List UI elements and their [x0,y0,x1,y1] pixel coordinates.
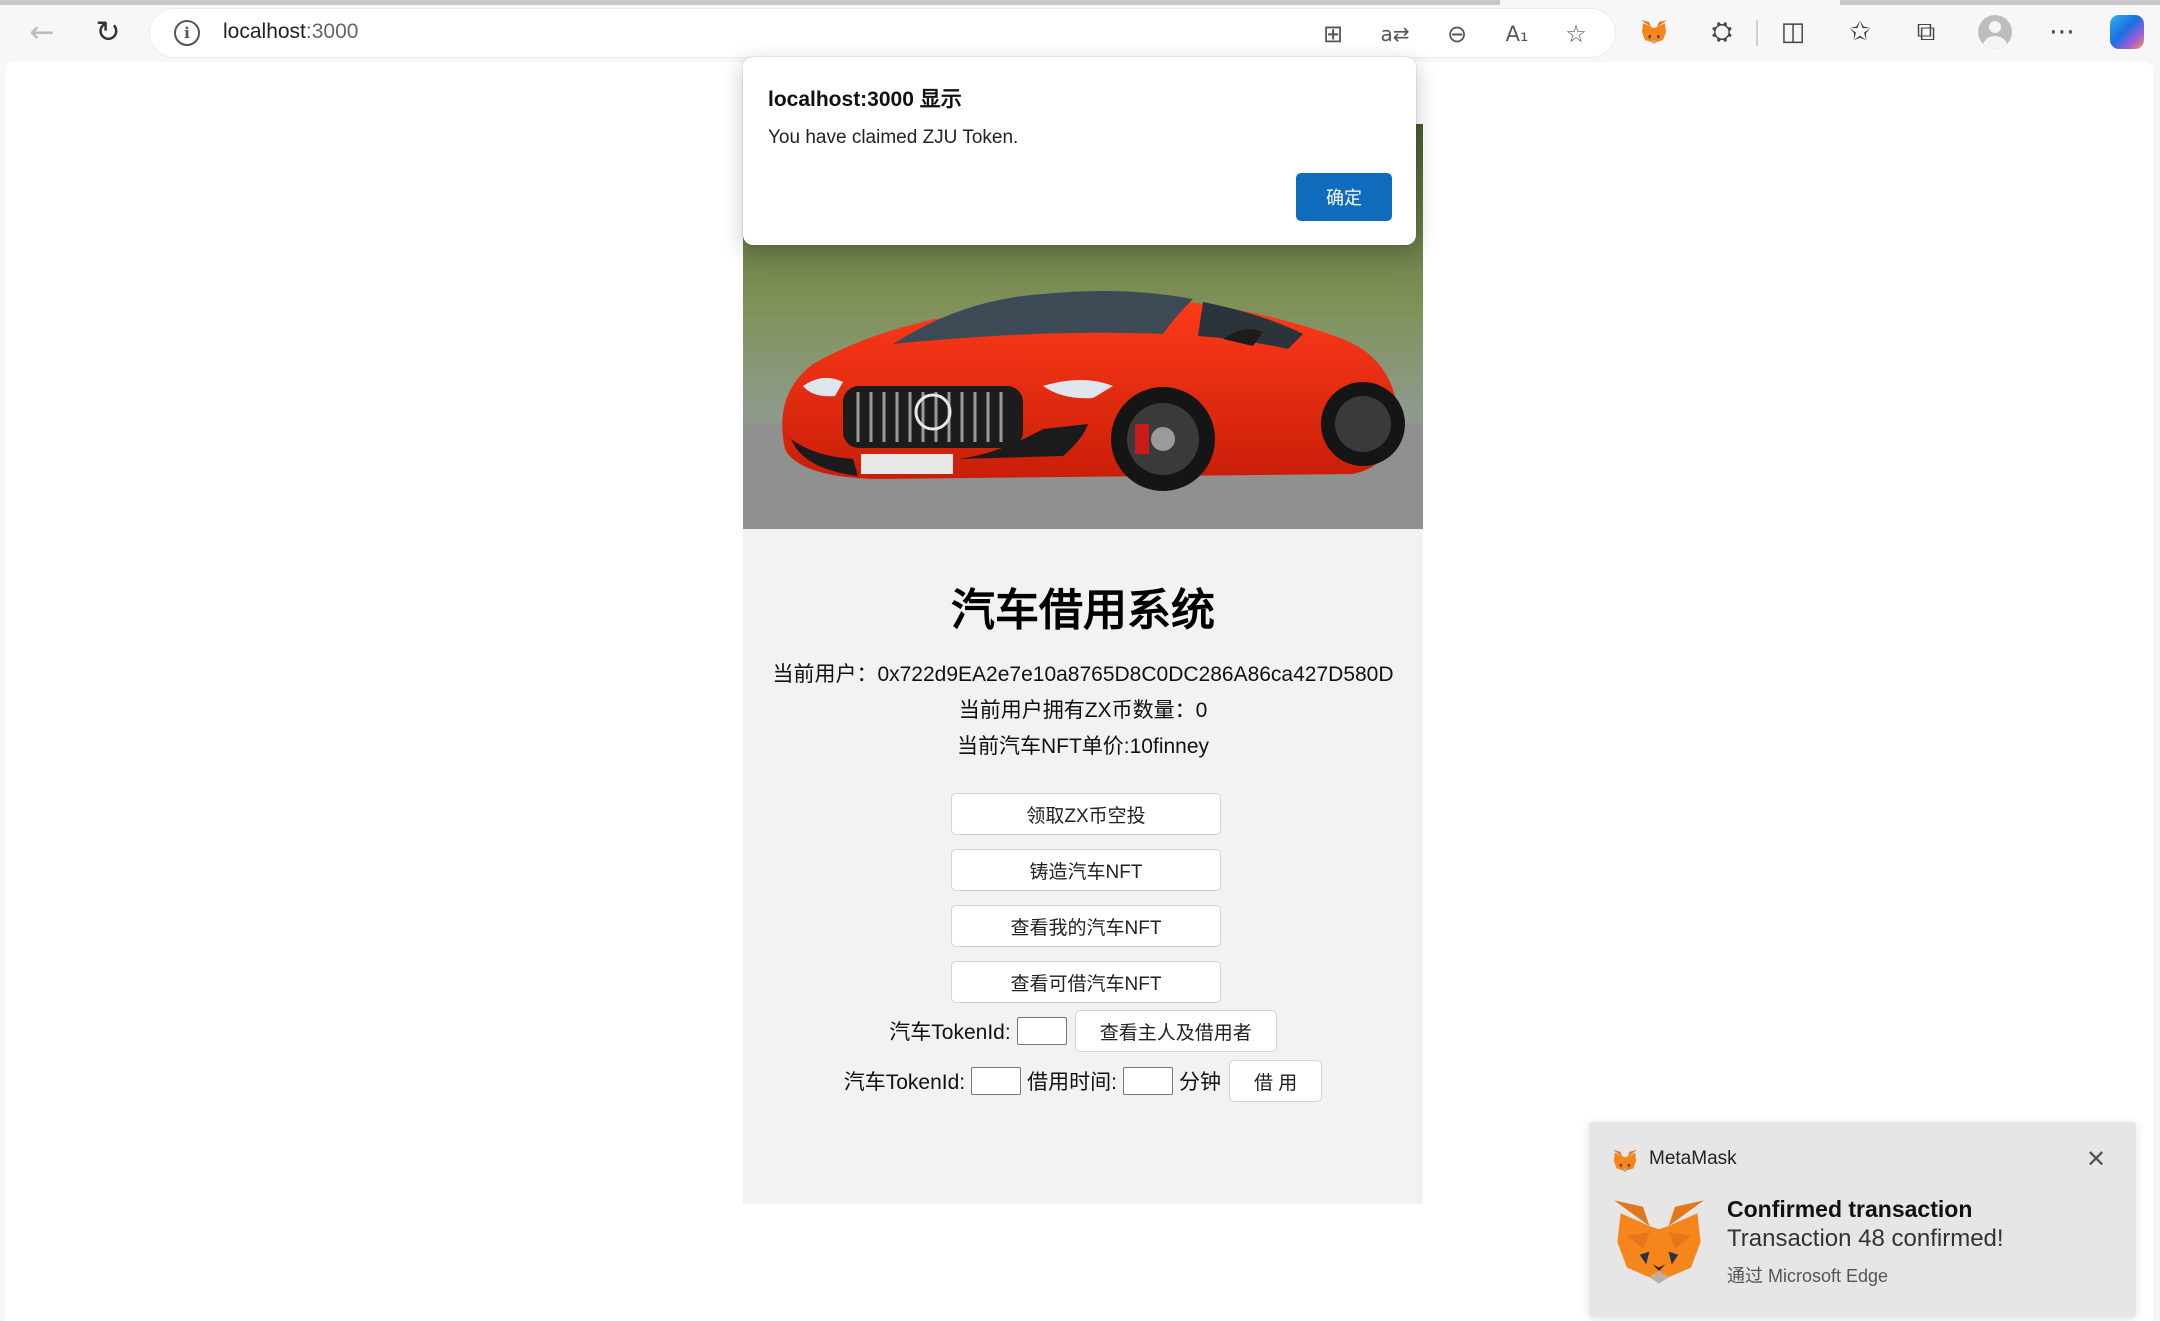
collections-icon[interactable]: ⧉ [1908,14,1944,50]
url-text[interactable]: localhost:3000 [223,20,358,44]
more-icon[interactable]: ⋯ [2044,14,2080,50]
alert-dialog: localhost:3000 显示 You have claimed ZJU T… [743,57,1416,245]
favorites-icon[interactable]: ✩ [1842,14,1878,50]
profile-icon[interactable] [1978,15,2012,49]
metamask-notification[interactable]: MetaMask ✕ Confirmed transaction Transac… [1589,1122,2136,1317]
info-icon[interactable]: i [174,20,200,46]
extensions-icon[interactable]: ⛭ [1704,14,1740,50]
borrow-time-label: 借用时间: [1027,1071,1117,1094]
minutes-unit-label: 分钟 [1178,1071,1221,1094]
car-rental-app: 汽车借用系统 当前用户：0x722d9EA2e7e10a8765D8C0DC28… [743,124,1423,1204]
token-balance: 当前用户拥有ZX币数量：0 [958,699,1208,722]
refresh-icon[interactable]: ↻ [88,12,128,52]
view-my-nfts-button[interactable]: 查看我的汽车NFT [951,905,1221,947]
dialog-title: localhost:3000 显示 [768,88,962,111]
view-owner-borrower-button[interactable]: 查看主人及借用者 [1074,1010,1277,1052]
borrow-row: 汽车TokenId: 借用时间: 分钟 借 用 [743,1060,1423,1102]
toolbar-divider [1756,20,1758,46]
current-user-address: 当前用户：0x722d9EA2e7e10a8765D8C0DC286A86ca4… [772,663,1394,686]
metamask-fox-icon [1611,1196,1707,1288]
favorite-icon[interactable]: ☆ [1560,18,1592,50]
dialog-ok-button[interactable]: 确定 [1296,173,1392,221]
address-bar[interactable]: i localhost:3000 ⊞ a⇄ ⊖ A₁ ☆ [150,9,1615,57]
app-icon[interactable]: ⊞ [1317,18,1349,50]
dialog-message: You have claimed ZJU Token. [768,127,1019,148]
query-token-id-input[interactable] [1016,1017,1067,1045]
borrow-button[interactable]: 借 用 [1228,1060,1323,1102]
notification-heading: Confirmed transaction [1727,1196,1973,1222]
back-icon[interactable]: ← [22,12,62,52]
zoom-out-icon[interactable]: ⊖ [1441,18,1473,50]
borrow-token-id-label: 汽车TokenId: [843,1071,966,1094]
token-id-label: 汽车TokenId: [889,1021,1011,1044]
read-aloud-icon[interactable]: A₁ [1501,18,1533,50]
close-icon[interactable]: ✕ [2081,1144,2111,1174]
notification-body: Transaction 48 confirmed! [1727,1225,2004,1252]
translate-icon[interactable]: a⇄ [1379,18,1411,50]
mint-nft-button[interactable]: 铸造汽车NFT [951,849,1221,891]
view-available-nfts-button[interactable]: 查看可借汽车NFT [951,961,1221,1003]
metamask-icon[interactable] [1636,14,1672,50]
split-screen-icon[interactable]: ◫ [1775,14,1811,50]
notification-app-name: MetaMask [1649,1148,1737,1169]
page-title: 汽车借用系统 [951,585,1215,636]
notification-source: 通过 Microsoft Edge [1727,1266,1889,1286]
owner-query-row: 汽车TokenId: 查看主人及借用者 [743,1010,1423,1052]
loading-progress [0,0,2160,5]
metamask-small-icon [1611,1148,1639,1174]
borrow-duration-input[interactable] [1122,1067,1173,1095]
browser-toolbar: ← ↻ i localhost:3000 ⊞ a⇄ ⊖ A₁ ☆ ⛭ ◫ ✩ ⧉… [0,0,2160,62]
claim-airdrop-button[interactable]: 领取ZX币空投 [951,793,1221,835]
borrow-token-id-input[interactable] [971,1067,1022,1095]
copilot-icon[interactable] [2110,15,2144,49]
nft-unit-price: 当前汽车NFT单价:10finney [956,735,1210,758]
